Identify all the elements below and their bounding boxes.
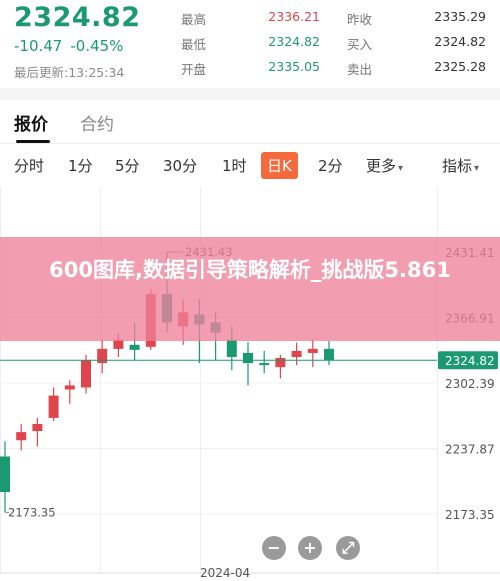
stat-value-high: 2336.21 <box>268 9 320 24</box>
candle-body <box>291 350 302 357</box>
candle-body <box>275 358 286 368</box>
active-tab-indicator <box>16 140 50 143</box>
candle-body <box>259 363 270 366</box>
stat-value-bid: 2324.82 <box>434 34 486 49</box>
stat-label-ask: 卖出 <box>347 62 373 77</box>
change-percent: -0.45% <box>70 37 124 55</box>
indicator-dropdown[interactable]: 指标 ▾ <box>442 155 479 176</box>
candle-body <box>129 344 140 350</box>
stat-label-high: 最高 <box>181 12 207 27</box>
y-tick-label: 2302.39 <box>445 377 495 391</box>
tab-quote[interactable]: 报价 <box>14 110 48 135</box>
candle-body <box>81 360 91 388</box>
period-more-dropdown[interactable]: 更多 ▾ <box>366 155 403 176</box>
stat-label-low: 最低 <box>181 37 207 52</box>
stat-label-open: 开盘 <box>181 62 207 77</box>
section-divider <box>0 88 500 100</box>
period-1min[interactable]: 1分 <box>68 155 93 176</box>
stat-value-prev-close: 2335.29 <box>434 9 486 24</box>
change-amount: -10.47 <box>14 37 63 55</box>
zoom-out-button[interactable]: − <box>262 536 286 560</box>
fullscreen-button[interactable]: ⤢ <box>336 536 360 560</box>
price-change: -10.47 -0.45% <box>14 37 123 55</box>
period-5min[interactable]: 5分 <box>115 155 140 176</box>
candle-body <box>324 348 334 361</box>
period-intraday[interactable]: 分时 <box>14 155 44 176</box>
candle-body <box>97 348 108 364</box>
min-marker-label: 2173.35 <box>8 505 56 519</box>
current-price-label: 2324.82 <box>445 354 495 368</box>
banner-text: 600图库,数据引导策略解析_挑战版5.861 <box>49 258 451 282</box>
quote-header: 2324.82 -10.47 -0.45% 最后更新:13:25:34 最高 23… <box>0 0 500 86</box>
y-tick-label: 2173.35 <box>445 508 495 522</box>
candle-body <box>64 385 75 390</box>
period-daily-k[interactable]: 日K <box>261 152 298 179</box>
period-more-label: 更多 <box>366 157 397 175</box>
zoom-in-button[interactable]: + <box>298 536 322 560</box>
period-30min[interactable]: 30分 <box>163 155 197 176</box>
stat-value-low: 2324.82 <box>268 34 320 49</box>
update-time: 最后更新:13:25:34 <box>14 65 125 80</box>
stat-label-prev-close: 昨收 <box>347 12 373 27</box>
last-price: 2324.82 <box>14 2 141 33</box>
chevron-down-icon: ▾ <box>474 163 480 174</box>
candle-body <box>226 339 237 357</box>
tab-bar: 报价 合约 <box>0 100 500 144</box>
stat-label-bid: 买入 <box>347 37 373 52</box>
period-selector: 分时 1分 5分 30分 1时 日K 2分 更多 ▾ 指标 ▾ <box>0 150 500 182</box>
period-1hour[interactable]: 1时 <box>222 155 247 176</box>
indicator-label: 指标 <box>442 157 473 175</box>
candle-body <box>0 456 10 493</box>
candle-body <box>307 348 318 353</box>
tab-contract[interactable]: 合约 <box>80 110 114 135</box>
stat-value-ask: 2325.28 <box>434 59 486 74</box>
candle-body <box>48 395 59 418</box>
candle-body <box>16 432 27 441</box>
candle-body <box>32 423 43 432</box>
stat-value-open: 2335.05 <box>268 59 320 74</box>
candle-body <box>243 352 253 364</box>
watermark-banner: 600图库,数据引导策略解析_挑战版5.861 <box>0 237 500 341</box>
chevron-down-icon: ▾ <box>398 163 404 174</box>
period-2min[interactable]: 2分 <box>318 155 343 176</box>
y-tick-label: 2237.87 <box>445 442 495 456</box>
candle-body <box>113 339 124 349</box>
x-axis-label: 2024-04 <box>200 566 250 580</box>
